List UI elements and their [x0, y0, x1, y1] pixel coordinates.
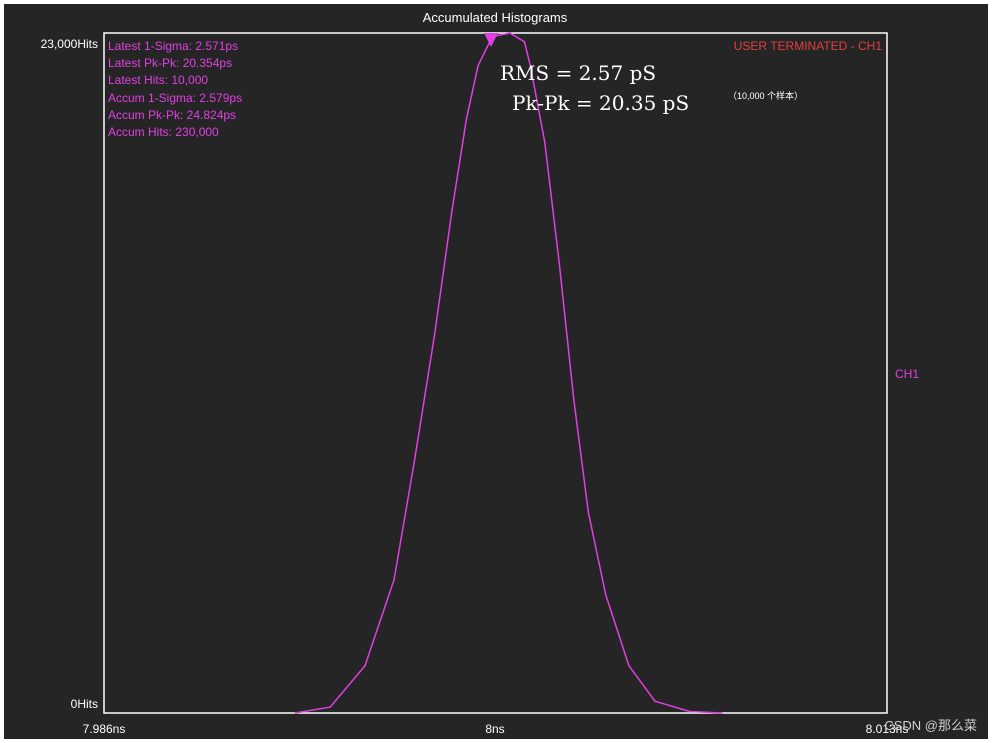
data-point: [433, 333, 436, 336]
chart-title: Accumulated Histograms: [423, 10, 568, 25]
data-point: [329, 706, 332, 708]
stat-accum-hits: Accum Hits: 230,000: [108, 125, 219, 139]
data-point: [573, 398, 575, 401]
data-point: [720, 712, 723, 714]
rms-annotation: RMS = 2.57 pS: [500, 61, 656, 85]
y-tick-label-zero: 0Hits: [71, 697, 98, 711]
series-line-ch1: [295, 32, 722, 714]
x-tick-label-center: 8ns: [485, 722, 504, 736]
data-point: [523, 41, 526, 43]
data-point: [587, 511, 590, 513]
x-tick-label-min: 7.986ns: [83, 722, 126, 736]
stat-accum-pkpk: Accum Pk-Pk: 24.824ps: [108, 108, 236, 122]
data-point: [654, 700, 656, 702]
stat-latest-pkpk: Latest Pk-Pk: 20.354ps: [108, 56, 232, 70]
data-point: [558, 262, 561, 265]
data-point: [628, 664, 630, 667]
stats-block: Latest 1-Sigma: 2.571ps Latest Pk-Pk: 20…: [108, 39, 242, 139]
trace-layer: [294, 32, 723, 714]
stat-latest-hits: Latest Hits: 10,000: [108, 73, 208, 87]
data-point: [294, 712, 297, 714]
y-tick-label-max: 23,000Hits: [41, 37, 98, 51]
data-point: [393, 579, 395, 581]
screenshot-frame: Accumulated Histograms 23,000Hits 0Hits …: [0, 0, 993, 743]
data-point: [364, 664, 366, 667]
data-point: [604, 593, 607, 596]
samples-annotation: （10,000 个样本）: [728, 90, 803, 101]
data-point: [413, 460, 416, 463]
watermark: CSDN @那么菜: [884, 718, 977, 733]
plot-area-border: [103, 32, 888, 714]
data-point: [477, 64, 479, 67]
histogram-chart: Accumulated Histograms 23,000Hits 0Hits …: [41, 10, 977, 736]
status-text: USER TERMINATED - CH1: [734, 39, 883, 53]
peak-marker-icon: [484, 33, 498, 47]
data-point: [451, 209, 453, 212]
data-point: [544, 141, 546, 144]
data-point: [689, 710, 691, 713]
data-point: [509, 32, 511, 34]
pkpk-annotation: Pk-Pk = 20.35 pS: [512, 91, 689, 115]
data-point: [465, 117, 468, 120]
channel-label: CH1: [895, 367, 919, 381]
stat-accum-sigma: Accum 1-Sigma: 2.579ps: [108, 91, 242, 105]
stat-latest-sigma: Latest 1-Sigma: 2.571ps: [108, 39, 238, 53]
